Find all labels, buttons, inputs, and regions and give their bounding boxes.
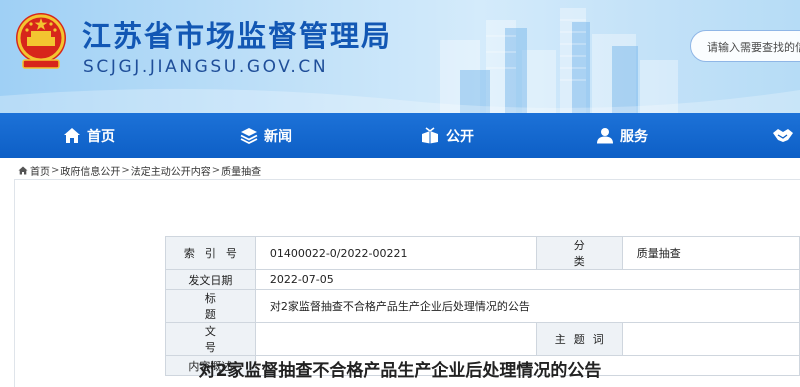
breadcrumb-home[interactable]: 首页 xyxy=(30,163,50,178)
search-input[interactable] xyxy=(707,37,800,57)
site-title[interactable]: 江苏省市场监督管理局 xyxy=(82,13,392,55)
service-person-icon xyxy=(597,128,613,144)
table-row: 发文日期 2022-07-05 xyxy=(165,269,800,290)
nav-item-label: 公开 xyxy=(446,128,474,145)
national-emblem-icon xyxy=(16,13,66,69)
open-box-icon xyxy=(422,127,438,144)
index-label: 索引号 xyxy=(165,236,256,270)
nav-item-home[interactable]: 首页 xyxy=(63,113,115,158)
document-info-table: 索引号 01400022-0/2022-00221 分类 质量抽查 发文日期 2… xyxy=(165,236,800,376)
nav-item-open[interactable]: 公开 xyxy=(420,113,474,158)
site-domain: SCJGJ.JIANGSU.GOV.CN xyxy=(83,57,329,77)
breadcrumb-separator: > xyxy=(51,165,60,176)
nav-item-label: 首页 xyxy=(87,128,115,145)
table-row: 索引号 01400022-0/2022-00221 分类 质量抽查 xyxy=(165,236,800,270)
handshake-icon xyxy=(773,129,793,142)
breadcrumb-gov-info[interactable]: 政府信息公开 xyxy=(60,163,120,178)
nav-item-interact[interactable] xyxy=(772,113,800,158)
nav-item-service[interactable]: 服务 xyxy=(596,113,648,158)
date-label: 发文日期 xyxy=(165,269,256,290)
doc-number-value xyxy=(254,322,537,356)
home-icon xyxy=(18,166,28,175)
table-row: 标题 对2家监督抽查不合格产品生产企业后处理情况的公告 xyxy=(165,289,800,323)
subject-label: 主题词 xyxy=(535,322,623,356)
category-value: 质量抽查 xyxy=(621,236,800,270)
table-row: 文号 主题词 xyxy=(165,322,800,356)
breadcrumb-bar: 首页 > 政府信息公开 > 法定主动公开内容 > 质量抽查 xyxy=(14,160,800,180)
search-box[interactable] xyxy=(690,30,800,62)
date-value: 2022-07-05 xyxy=(254,269,800,290)
title-value: 对2家监督抽查不合格产品生产企业后处理情况的公告 xyxy=(254,289,800,323)
nav-item-label: 服务 xyxy=(620,128,648,145)
breadcrumb-legal-content[interactable]: 法定主动公开内容 xyxy=(131,163,211,178)
breadcrumb: 首页 > 政府信息公开 > 法定主动公开内容 > 质量抽查 xyxy=(18,163,261,178)
article-title: 对2家监督抽查不合格产品生产企业后处理情况的公告 xyxy=(198,361,602,381)
subject-value xyxy=(621,322,800,356)
doc-number-label: 文号 xyxy=(165,322,256,356)
main-nav: 首页 新闻 公开 服务 xyxy=(0,113,800,158)
title-label: 标题 xyxy=(165,289,256,323)
home-icon xyxy=(64,128,80,143)
category-label: 分类 xyxy=(535,236,623,270)
breadcrumb-quality-check[interactable]: 质量抽查 xyxy=(221,163,261,178)
nav-item-news[interactable]: 新闻 xyxy=(240,113,292,158)
header-banner: 江苏省市场监督管理局 SCJGJ.JIANGSU.GOV.CN xyxy=(0,0,800,113)
layers-icon xyxy=(240,128,258,144)
breadcrumb-separator: > xyxy=(121,165,130,176)
nav-item-label: 新闻 xyxy=(264,128,292,145)
breadcrumb-separator: > xyxy=(211,165,221,176)
index-value: 01400022-0/2022-00221 xyxy=(254,236,537,270)
